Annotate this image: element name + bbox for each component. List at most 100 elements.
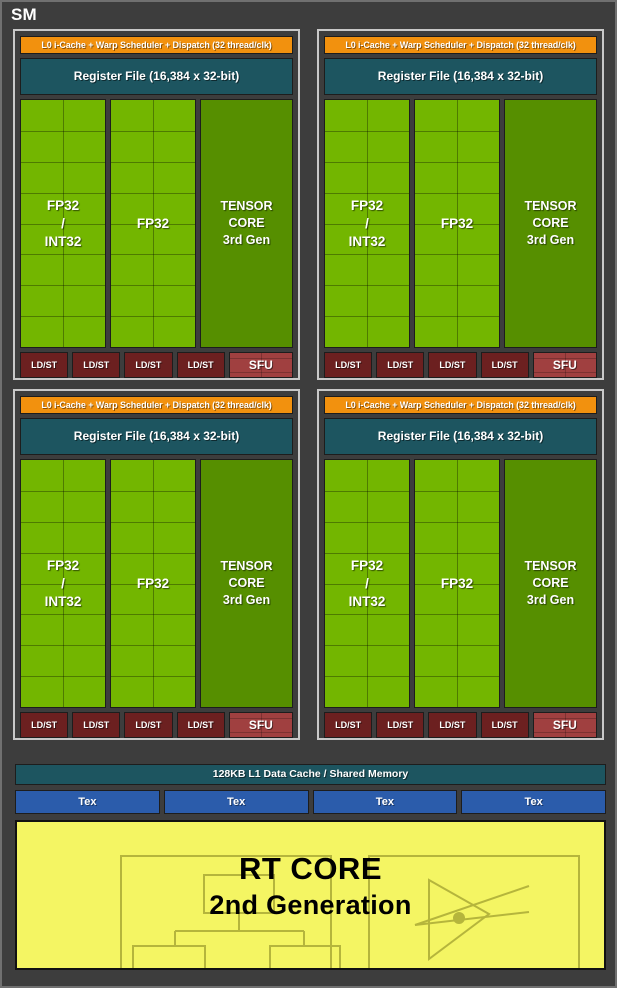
- sfu-label: SFU: [552, 358, 577, 372]
- register-file-bar[interactable]: Register File (16,384 x 32-bit): [20, 58, 293, 95]
- ldst-unit[interactable]: LD/ST: [324, 712, 373, 738]
- tensor-core-label-line1: TENSOR: [524, 199, 577, 213]
- fp32-int32-label-line3: INT32: [348, 233, 386, 249]
- ldst-unit[interactable]: LD/ST: [124, 352, 173, 378]
- ldst-unit[interactable]: LD/ST: [124, 712, 173, 738]
- tensor-core-label-line3: 3rd Gen: [222, 233, 271, 247]
- fp32-int32-core-block[interactable]: FP32 / INT32: [324, 99, 410, 348]
- ldst-sfu-row: LD/ST LD/ST LD/ST LD/ST SFU: [324, 712, 598, 738]
- ldst-unit[interactable]: LD/ST: [176, 352, 225, 378]
- tensor-core-label: TENSOR CORE 3rd Gen: [220, 558, 272, 609]
- fp32-core-block[interactable]: FP32: [414, 99, 500, 348]
- ldst-unit[interactable]: LD/ST: [376, 352, 425, 378]
- ldst-unit[interactable]: LD/ST: [480, 712, 529, 738]
- ldst-unit[interactable]: LD/ST: [428, 352, 477, 378]
- ldst-unit[interactable]: LD/ST: [72, 712, 121, 738]
- tex-unit[interactable]: Tex: [15, 790, 160, 814]
- l1-data-cache-bar[interactable]: 128KB L1 Data Cache / Shared Memory: [15, 764, 606, 785]
- fp32-int32-core-block[interactable]: FP32 / INT32: [324, 459, 410, 708]
- fp32-int32-label-line2: /: [61, 575, 65, 591]
- ldst-sfu-row: LD/ST LD/ST LD/ST LD/ST SFU: [20, 712, 294, 738]
- tensor-core-block[interactable]: TENSOR CORE 3rd Gen: [200, 99, 293, 348]
- processing-partition-1[interactable]: L0 i-Cache + Warp Scheduler + Dispatch (…: [317, 29, 604, 380]
- ldst-unit[interactable]: LD/ST: [176, 712, 225, 738]
- fp32-int32-label-line1: FP32: [350, 557, 384, 573]
- tensor-core-label-line1: TENSOR: [220, 559, 273, 573]
- tensor-core-label: TENSOR CORE 3rd Gen: [524, 198, 576, 249]
- ldst-unit[interactable]: LD/ST: [376, 712, 425, 738]
- fp32-int32-label-line3: INT32: [348, 593, 386, 609]
- fp32-label: FP32: [440, 215, 474, 231]
- ldst-unit[interactable]: LD/ST: [480, 352, 529, 378]
- fp32-int32-label-line2: /: [61, 215, 65, 231]
- fp32-int32-label: FP32 / INT32: [45, 557, 82, 611]
- sfu-unit[interactable]: SFU: [228, 712, 294, 738]
- fp32-int32-label-line1: FP32: [46, 557, 80, 573]
- fp32-int32-label: FP32 / INT32: [349, 197, 386, 251]
- ldst-unit[interactable]: LD/ST: [72, 352, 121, 378]
- warp-scheduler-bar[interactable]: L0 i-Cache + Warp Scheduler + Dispatch (…: [324, 396, 597, 414]
- fp32-core-block[interactable]: FP32: [110, 459, 196, 708]
- sfu-unit[interactable]: SFU: [532, 712, 598, 738]
- ldst-sfu-row: LD/ST LD/ST LD/ST LD/ST SFU: [20, 352, 294, 378]
- tensor-core-label-line1: TENSOR: [524, 559, 577, 573]
- tensor-core-label: TENSOR CORE 3rd Gen: [220, 198, 272, 249]
- sfu-label: SFU: [552, 718, 577, 732]
- tex-unit[interactable]: Tex: [163, 790, 309, 814]
- fp32-label: FP32: [136, 575, 170, 591]
- tensor-core-block[interactable]: TENSOR CORE 3rd Gen: [504, 459, 597, 708]
- fp32-int32-label-line1: FP32: [46, 197, 80, 213]
- processing-partition-3[interactable]: L0 i-Cache + Warp Scheduler + Dispatch (…: [317, 389, 604, 740]
- tensor-core-label-line2: CORE: [532, 216, 569, 230]
- fp32-core-block[interactable]: FP32: [110, 99, 196, 348]
- rt-core-block[interactable]: RT CORE 2nd Generation: [15, 820, 606, 970]
- processing-partition-2[interactable]: L0 i-Cache + Warp Scheduler + Dispatch (…: [13, 389, 300, 740]
- fp32-label: FP32: [440, 575, 474, 591]
- tex-unit[interactable]: Tex: [461, 790, 606, 814]
- warp-scheduler-bar[interactable]: L0 i-Cache + Warp Scheduler + Dispatch (…: [20, 396, 293, 414]
- tensor-core-block[interactable]: TENSOR CORE 3rd Gen: [200, 459, 293, 708]
- tensor-core-label-line3: 3rd Gen: [222, 593, 271, 607]
- fp32-int32-label: FP32 / INT32: [45, 197, 82, 251]
- tensor-core-label-line1: TENSOR: [220, 199, 273, 213]
- fp32-int32-core-block[interactable]: FP32 / INT32: [20, 99, 106, 348]
- ldst-unit[interactable]: LD/ST: [20, 712, 69, 738]
- fp32-int32-label-line3: INT32: [44, 233, 82, 249]
- core-row: FP32 / INT32 FP32 TENSOR CORE 3rd Gen: [324, 459, 597, 708]
- fp32-core-block[interactable]: FP32: [414, 459, 500, 708]
- processing-partitions-container: L0 i-Cache + Warp Scheduler + Dispatch (…: [13, 29, 608, 754]
- processing-partition-0[interactable]: L0 i-Cache + Warp Scheduler + Dispatch (…: [13, 29, 300, 380]
- warp-scheduler-bar[interactable]: L0 i-Cache + Warp Scheduler + Dispatch (…: [324, 36, 597, 54]
- sfu-label: SFU: [248, 358, 273, 372]
- sfu-unit[interactable]: SFU: [228, 352, 294, 378]
- warp-scheduler-bar[interactable]: L0 i-Cache + Warp Scheduler + Dispatch (…: [20, 36, 293, 54]
- ldst-unit[interactable]: LD/ST: [20, 352, 69, 378]
- rt-core-diagram: [120, 855, 580, 968]
- ldst-unit[interactable]: LD/ST: [324, 352, 373, 378]
- register-file-bar[interactable]: Register File (16,384 x 32-bit): [324, 58, 597, 95]
- tensor-core-block[interactable]: TENSOR CORE 3rd Gen: [504, 99, 597, 348]
- fp32-int32-label-line3: INT32: [44, 593, 82, 609]
- sm-block: SM L0 i-Cache + Warp Scheduler + Dispatc…: [0, 0, 617, 988]
- tensor-core-label-line2: CORE: [228, 216, 265, 230]
- fp32-label: FP32: [136, 215, 170, 231]
- tensor-core-label-line2: CORE: [228, 576, 265, 590]
- tex-unit[interactable]: Tex: [312, 790, 458, 814]
- tensor-core-label: TENSOR CORE 3rd Gen: [524, 558, 576, 609]
- tensor-core-label-line3: 3rd Gen: [526, 233, 575, 247]
- tensor-core-label-line3: 3rd Gen: [526, 593, 575, 607]
- ldst-sfu-row: LD/ST LD/ST LD/ST LD/ST SFU: [324, 352, 598, 378]
- ldst-unit[interactable]: LD/ST: [428, 712, 477, 738]
- sfu-label: SFU: [248, 718, 273, 732]
- core-row: FP32 / INT32 FP32 TENSOR CORE 3rd Gen: [20, 459, 293, 708]
- fp32-int32-label: FP32 / INT32: [349, 557, 386, 611]
- core-row: FP32 / INT32 FP32 TENSOR CORE 3rd Gen: [20, 99, 293, 348]
- core-row: FP32 / INT32 FP32 TENSOR CORE 3rd Gen: [324, 99, 597, 348]
- sfu-unit[interactable]: SFU: [532, 352, 598, 378]
- tensor-core-label-line2: CORE: [532, 576, 569, 590]
- sm-title: SM: [11, 5, 37, 24]
- fp32-int32-core-block[interactable]: FP32 / INT32: [20, 459, 106, 708]
- register-file-bar[interactable]: Register File (16,384 x 32-bit): [20, 418, 293, 455]
- register-file-bar[interactable]: Register File (16,384 x 32-bit): [324, 418, 597, 455]
- fp32-int32-label-line2: /: [365, 575, 369, 591]
